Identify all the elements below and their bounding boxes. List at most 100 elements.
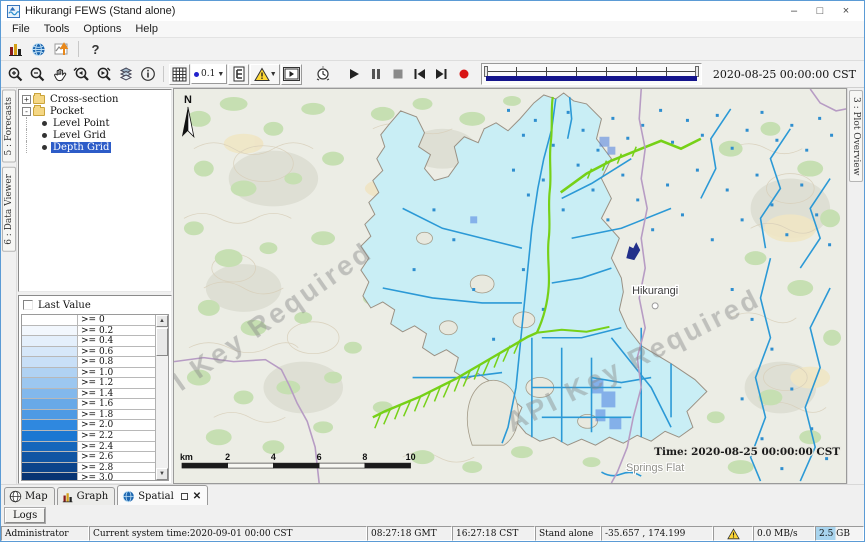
zoom-next-icon[interactable] (93, 64, 114, 85)
legend-row[interactable]: >= 0.4 (22, 336, 155, 347)
tab-graph-label: Graph (77, 491, 109, 502)
globe-spatial-icon[interactable] (28, 39, 49, 60)
pause-icon[interactable] (365, 64, 386, 85)
zoom-previous-icon[interactable] (71, 64, 92, 85)
record-icon[interactable] (453, 64, 474, 85)
legend-color-swatch (22, 463, 78, 473)
status-warning-icon[interactable] (713, 526, 753, 541)
legend-row[interactable]: >= 2.4 (22, 442, 155, 453)
stop-icon[interactable] (387, 64, 408, 85)
tab-spatial[interactable]: Spatial ✕ (117, 485, 208, 505)
legend-row[interactable]: >= 1.6 (22, 399, 155, 410)
folder-icon (33, 107, 45, 116)
legend-row[interactable]: >= 3.0 (22, 473, 155, 480)
legend-row[interactable]: >= 1.0 (22, 368, 155, 379)
pan-icon[interactable] (49, 64, 70, 85)
legend-row[interactable]: >= 0.2 (22, 326, 155, 337)
tree-item-level-point[interactable]: Level Point (21, 117, 169, 129)
previous-frame-icon[interactable] (409, 64, 430, 85)
scroll-thumb[interactable] (156, 328, 168, 356)
map-canvas[interactable]: API Key Required API Key Required Hikura… (173, 88, 847, 484)
tab-map[interactable]: Map (4, 487, 55, 505)
legend-color-swatch (22, 326, 78, 336)
folder-icon (33, 95, 45, 104)
timeline-slider[interactable] (481, 63, 702, 85)
title-bar: Hikurangi FEWS (Stand alone) – □ × (1, 1, 864, 21)
menu-options[interactable]: Options (76, 22, 128, 36)
globe-icon (9, 490, 22, 503)
help-icon[interactable]: ? (85, 39, 106, 60)
tab-plot-overview[interactable]: 3 : Plot Overview (849, 90, 863, 182)
grid-toggle-icon[interactable] (169, 64, 190, 85)
status-coordinates: -35.657 , 174.199 (601, 526, 713, 541)
scroll-down-icon[interactable]: ▼ (156, 468, 168, 480)
class-break-value: 0.1 (201, 69, 215, 79)
legend-row[interactable]: >= 0 (22, 315, 155, 326)
close-button[interactable]: × (840, 5, 852, 17)
scroll-up-icon[interactable]: ▲ (156, 315, 168, 327)
legend-row-label: >= 1.4 (78, 389, 116, 399)
status-memory: 2.5 GB (815, 526, 864, 541)
window-title: Hikurangi FEWS (Stand alone) (25, 5, 788, 17)
tree-item-pocket[interactable]: -Pocket (21, 105, 169, 117)
tab-graph[interactable]: Graph (57, 487, 116, 505)
menu-help[interactable]: Help (128, 22, 165, 36)
legend-row-label: >= 2.2 (78, 431, 116, 441)
town-marker-icon (652, 303, 658, 309)
collapse-icon[interactable]: - (22, 107, 31, 116)
logs-button[interactable]: Logs (5, 508, 45, 523)
toolbar-datetime-label: 2020-08-25 00:00:00 CST (709, 68, 860, 81)
next-frame-icon[interactable] (431, 64, 452, 85)
zoom-in-icon[interactable] (5, 64, 26, 85)
node-bullet-icon (42, 121, 47, 126)
north-label: N (184, 94, 192, 106)
tree-item-label: Level Point (51, 118, 112, 129)
application-window: Hikurangi FEWS (Stand alone) – □ × File … (0, 0, 865, 542)
status-system-time: Current system time:2020-09-01 00:00 CST (89, 526, 367, 541)
legend-row[interactable]: >= 2.8 (22, 463, 155, 474)
legend-row[interactable]: >= 0.6 (22, 347, 155, 358)
timeseries-edit-icon[interactable] (51, 39, 72, 60)
tab-map-label: Map (25, 491, 48, 502)
info-icon[interactable] (137, 64, 158, 85)
animation-clock-icon[interactable] (312, 64, 333, 85)
menu-file[interactable]: File (5, 22, 37, 36)
class-breaks-dropdown[interactable]: 0.1 ▼ (191, 64, 227, 84)
status-mode: Stand alone (535, 526, 601, 541)
legend-row[interactable]: >= 1.4 (22, 389, 155, 400)
zoom-out-icon[interactable] (27, 64, 48, 85)
tree-item-level-grid[interactable]: Level Grid (21, 129, 169, 141)
tab-close-icon[interactable]: ✕ (193, 491, 201, 502)
legend-color-swatch (22, 315, 78, 325)
legend-row-label: >= 2.4 (78, 442, 116, 452)
tree-item-cross-section[interactable]: +Cross-section (21, 93, 169, 105)
legend-icon[interactable] (228, 64, 249, 85)
legend-row[interactable]: >= 1.2 (22, 378, 155, 389)
menu-tools[interactable]: Tools (37, 22, 77, 36)
main-toolbar: ? (1, 38, 864, 61)
warning-dropdown-icon[interactable]: ▼ (250, 64, 280, 85)
tab-forecasts[interactable]: 5 : Forecasts (2, 90, 16, 163)
tree-item-label: Depth Grid (51, 142, 111, 153)
legend-row[interactable]: >= 2.6 (22, 452, 155, 463)
legend-scrollbar[interactable]: ▲ ▼ (155, 315, 168, 480)
maximize-button[interactable]: □ (814, 5, 826, 17)
tab-data-viewer[interactable]: 6 : Data Viewer (2, 167, 16, 252)
play-icon[interactable] (343, 64, 364, 85)
layers-icon[interactable] (115, 64, 136, 85)
legend-row[interactable]: >= 2.2 (22, 431, 155, 442)
last-value-checkbox[interactable] (23, 300, 33, 310)
legend-row-label: >= 2.6 (78, 452, 116, 462)
legend-row[interactable]: >= 0.8 (22, 357, 155, 368)
legend-row[interactable]: >= 2.0 (22, 420, 155, 431)
movie-export-icon[interactable] (281, 64, 302, 85)
timeseries-chart-icon[interactable] (5, 39, 26, 60)
minimize-button[interactable]: – (788, 5, 800, 17)
layer-tree: +Cross-section-PocketLevel PointLevel Gr… (18, 89, 172, 292)
tree-item-depth-grid[interactable]: Depth Grid (21, 141, 169, 153)
tab-maximize-icon[interactable] (181, 493, 188, 500)
timeline-ticks (486, 67, 697, 76)
expand-icon[interactable]: + (22, 95, 31, 104)
status-download-rate: 0.0 MB/s (753, 526, 815, 541)
legend-row[interactable]: >= 1.8 (22, 410, 155, 421)
